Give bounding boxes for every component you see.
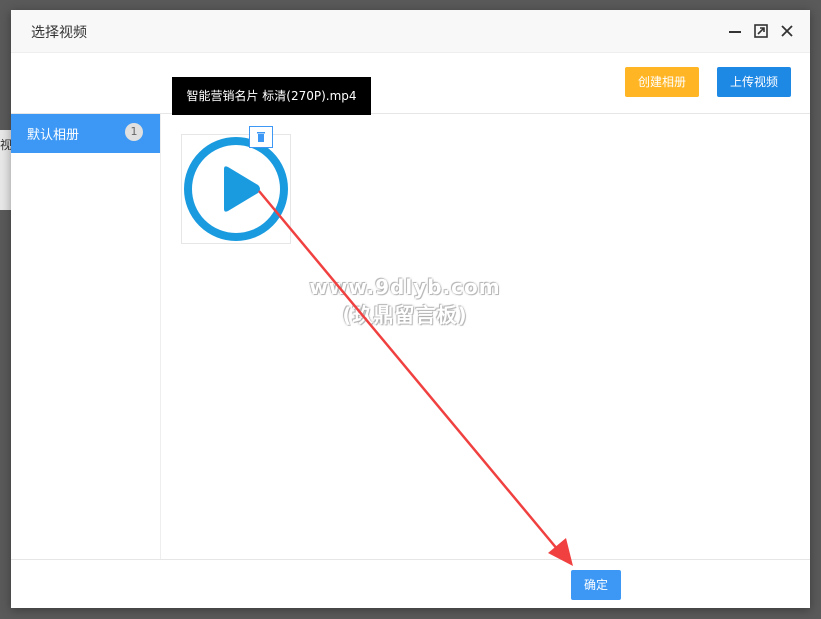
watermark-line2: (玖鼎留言板) (342, 303, 468, 327)
create-album-button[interactable]: 创建相册 (625, 67, 699, 97)
upload-video-button[interactable]: 上传视频 (717, 67, 791, 97)
confirm-button[interactable]: 确定 (571, 570, 621, 600)
dialog-title: 选择视频 (31, 25, 87, 41)
watermark: www.9dlyb.com (玖鼎留言板) (300, 273, 510, 329)
dialog-titlebar: 选择视频 (11, 10, 810, 53)
album-sidebar: 默认相册 1 (11, 114, 161, 559)
video-grid (161, 114, 810, 559)
album-count-badge: 1 (125, 123, 143, 141)
watermark-line1: www.9dlyb.com (309, 275, 501, 299)
video-filename-tooltip: 智能营销名片 标清(270P).mp4 (172, 77, 371, 115)
dialog-toolbar: 创建相册 上传视频 (11, 53, 810, 114)
delete-video-button[interactable] (249, 126, 273, 148)
video-thumbnail[interactable] (181, 134, 291, 244)
album-label: 默认相册 (27, 128, 80, 143)
trash-icon (257, 132, 265, 142)
sidebar-item-default-album[interactable]: 默认相册 1 (11, 114, 160, 153)
close-icon[interactable] (779, 23, 795, 39)
maximize-icon[interactable] (753, 23, 769, 39)
play-circle-icon (184, 137, 288, 241)
dialog-footer: 确定 (11, 559, 810, 608)
minimize-icon[interactable] (727, 23, 743, 39)
